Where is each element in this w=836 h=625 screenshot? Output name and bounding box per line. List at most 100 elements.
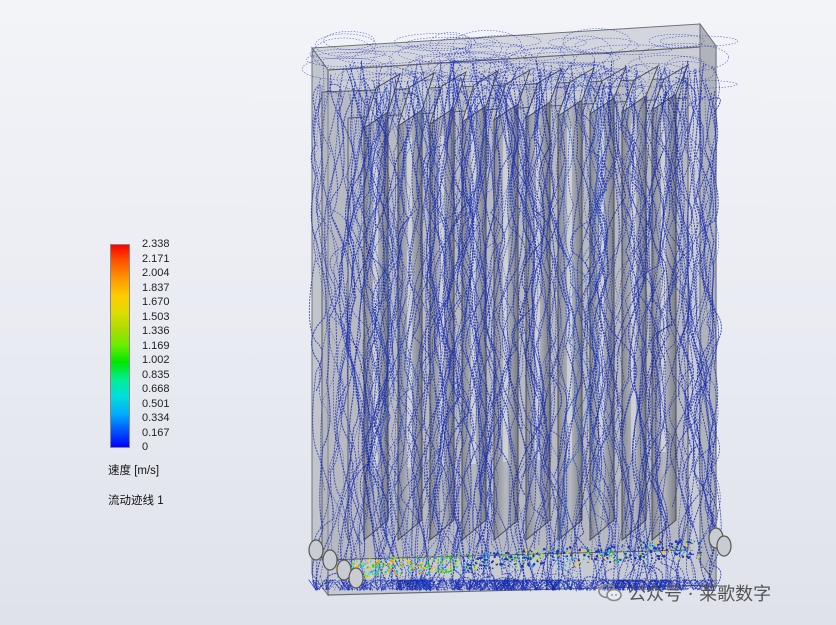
jet-particle [697, 552, 699, 554]
jet-particle [397, 560, 399, 562]
jet-particle [377, 560, 381, 563]
jet-particle [528, 552, 530, 554]
jet-particle [642, 541, 645, 544]
jet-particle [692, 539, 695, 542]
jet-particle [644, 545, 648, 548]
jet-particle [480, 564, 483, 567]
jet-particle [646, 549, 648, 551]
legend-tick: 1.670 [142, 296, 170, 308]
jet-particle [477, 552, 480, 555]
jet-particle [571, 559, 573, 561]
jet-particle [408, 571, 412, 574]
jet-particle [614, 554, 617, 557]
jet-particle [609, 557, 611, 559]
jet-particle [455, 565, 459, 569]
jet-particle [529, 558, 532, 561]
jet-particle [598, 550, 601, 553]
jet-particle [451, 556, 453, 558]
legend-tick: 0.167 [142, 426, 170, 439]
jet-particle [515, 566, 518, 568]
jet-particle [518, 551, 521, 554]
jet-particle [445, 570, 448, 574]
jet-particle [412, 567, 414, 570]
jet-particle [474, 568, 477, 571]
jet-particle [386, 569, 389, 572]
jet-particle [650, 550, 652, 553]
jet-particle [613, 560, 615, 562]
jet-particle [624, 559, 626, 561]
jet-particle [645, 558, 649, 561]
jet-particle [495, 561, 498, 565]
jet-particle [473, 565, 475, 567]
jet-particle [422, 555, 424, 557]
jet-particle [613, 557, 615, 559]
jet-particle [580, 546, 583, 548]
jet-particle [564, 555, 566, 558]
legend-tick: 0.835 [142, 368, 170, 381]
jet-particle [440, 568, 443, 571]
jet-particle [381, 570, 383, 573]
legend-tick: 0.668 [142, 383, 170, 395]
jet-particle [450, 568, 453, 570]
jet-particle [507, 559, 509, 561]
jet-particle [398, 561, 400, 563]
jet-particle [440, 555, 443, 559]
jet-particle [475, 554, 478, 557]
jet-particle [690, 539, 692, 541]
jet-particle [556, 563, 559, 565]
jet-particle [678, 552, 681, 555]
jet-particle [440, 558, 443, 561]
jet-particle [646, 553, 648, 556]
jet-particle [493, 555, 496, 559]
jet-particle [610, 548, 612, 550]
jet-particle [523, 554, 526, 558]
jet-particle [566, 551, 569, 555]
jet-particle [455, 560, 458, 562]
jet-particle [491, 567, 494, 570]
jet-particle [466, 555, 468, 557]
jet-particle [637, 546, 641, 549]
jet-particle [385, 573, 387, 576]
jet-particle [443, 561, 446, 563]
jet-particle [577, 558, 580, 561]
jet-particle [630, 558, 632, 560]
jet-particle [428, 564, 431, 567]
jet-particle [501, 565, 504, 568]
jet-particle [518, 565, 521, 567]
jet-particle [597, 557, 600, 559]
jet-particle [443, 555, 446, 558]
jet-particle [353, 563, 356, 565]
jet-particle [551, 555, 554, 558]
jet-particle [558, 563, 560, 565]
jet-particle [492, 552, 496, 555]
jet-particle [684, 548, 686, 550]
jet-particle [475, 558, 477, 560]
jet-particle [375, 567, 378, 569]
jet-particle [487, 554, 490, 557]
jet-particle [541, 557, 543, 560]
jet-particle [568, 561, 570, 563]
legend-tick: 2.338 [142, 238, 170, 250]
jet-particle [522, 552, 524, 554]
jet-particle [394, 569, 396, 572]
jet-particle [658, 555, 661, 558]
jet-particle [374, 562, 377, 565]
jet-particle [388, 559, 390, 561]
jet-particle [552, 559, 555, 562]
jet-particle [382, 563, 384, 566]
jet-particle [431, 571, 433, 573]
jet-particle [683, 546, 686, 549]
flow-trajectory-label[interactable]: 流动迹线 1 [108, 492, 164, 508]
jet-particle [497, 550, 500, 553]
jet-particle [447, 562, 449, 564]
jet-particle [433, 560, 436, 563]
jet-particle [445, 556, 448, 559]
jet-particle [524, 548, 528, 552]
jet-particle [689, 541, 692, 544]
jet-particle [556, 549, 559, 553]
jet-particle [441, 571, 445, 574]
jet-particle [360, 562, 362, 564]
jet-particle [584, 547, 586, 550]
jet-particle [468, 555, 471, 558]
jet-particle [617, 561, 620, 563]
